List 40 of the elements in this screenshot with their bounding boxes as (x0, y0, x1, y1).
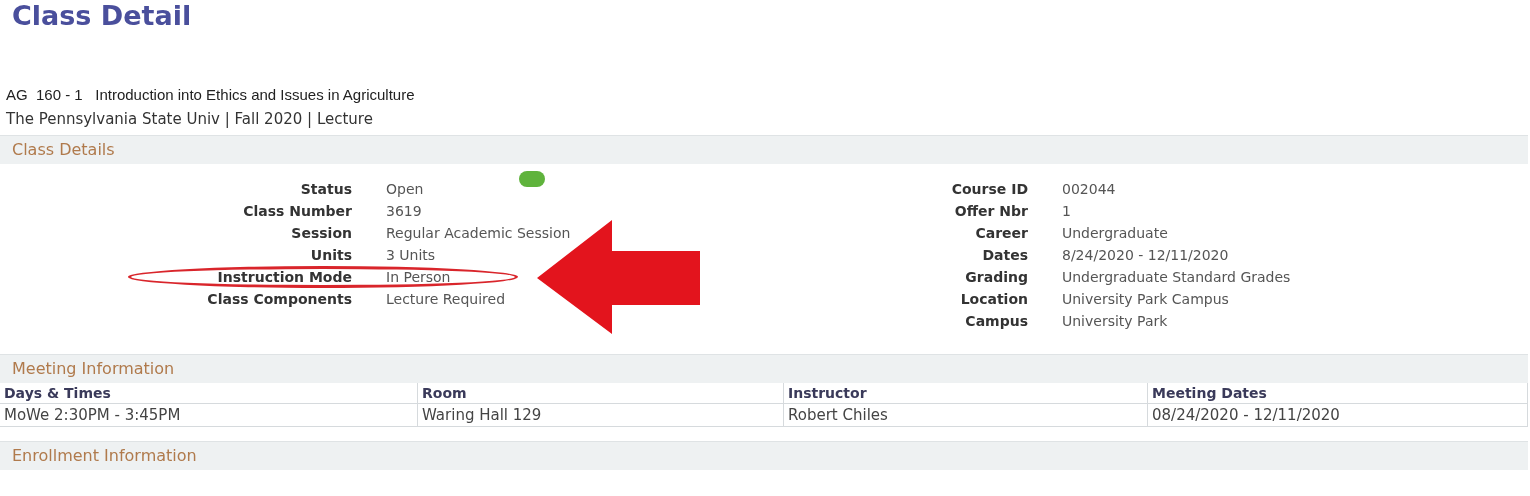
table-cell: 08/24/2020 - 12/11/2020 (1148, 404, 1528, 426)
field-value: 3619 (386, 203, 422, 219)
column-header: Room (418, 383, 784, 403)
field-label: Location (960, 289, 1028, 309)
field-label: Instruction Mode (217, 267, 352, 287)
field-value: 3 Units (386, 247, 436, 263)
field-label: Career (975, 223, 1028, 243)
field-value: University Park Campus (1062, 291, 1229, 307)
section-header: Class Details (0, 135, 1528, 164)
table-cell: Waring Hall 129 (418, 404, 784, 426)
course-subtitle: The Pennsylvania State Univ | Fall 2020 | Lecture (5, 109, 373, 129)
field-value: Regular Academic Session (386, 225, 571, 241)
column-header: Days & Times (0, 383, 418, 403)
field-value: 002044 (1062, 181, 1116, 197)
field-value: 8/24/2020 - 12/11/2020 (1062, 247, 1229, 263)
column-header: Meeting Dates (1148, 383, 1528, 403)
section-header: Meeting Information (0, 354, 1528, 383)
field-label: Campus (965, 311, 1028, 331)
section-header: Enrollment Information (0, 441, 1528, 470)
page-title: Class Detail (11, 0, 193, 33)
field-value: 1 (1062, 203, 1071, 219)
field-value: Undergraduate (1062, 225, 1168, 241)
field-label: Class Components (207, 289, 352, 309)
field-label: Course ID (951, 179, 1028, 199)
field-value: Lecture Required (386, 291, 506, 307)
field-label: Status (300, 179, 352, 199)
field-label: Session (291, 223, 352, 243)
field-label: Units (310, 245, 352, 265)
column-header: Instructor (784, 383, 1148, 403)
field-label: Dates (982, 245, 1028, 265)
field-label: Grading (965, 267, 1028, 287)
table-cell: MoWe 2:30PM - 3:45PM (0, 404, 418, 426)
field-value: In Person (386, 269, 451, 285)
course-title: AG 160 - 1 Introduction into Ethics and Issues in Agriculture (5, 85, 415, 105)
field-value: Undergraduate Standard Grades (1062, 269, 1291, 285)
field-value: University Park (1062, 313, 1168, 329)
field-label: Offer Nbr (954, 201, 1028, 221)
table-cell: Robert Chiles (784, 404, 1148, 426)
field-value: Open (386, 179, 424, 199)
field-label: Class Number (243, 201, 352, 221)
